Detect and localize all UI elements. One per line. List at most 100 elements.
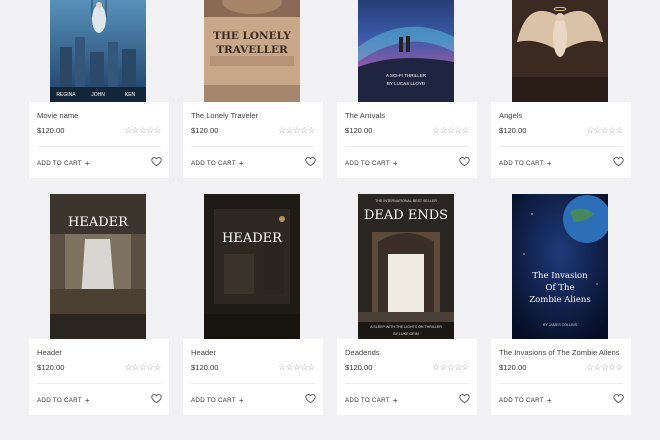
cover-text: BY LUKE GRIM (393, 332, 419, 336)
add-to-cart-label: ADD TO CART (37, 160, 82, 167)
divider (191, 383, 315, 384)
rating-stars: ☆☆☆☆☆ (278, 125, 315, 135)
add-to-cart-button[interactable]: ADD TO CART + (345, 396, 398, 405)
cover-title: HEADER (222, 231, 283, 246)
book-cover-image[interactable]: THE INTERNATIONAL BEST SELLER DEAD ENDS … (358, 194, 454, 339)
book-cover-image[interactable]: THE LONELY TRAVELLER (204, 0, 300, 102)
add-to-cart-button[interactable]: ADD TO CART + (499, 396, 552, 405)
divider (499, 146, 623, 147)
book-cover-image[interactable] (512, 0, 608, 102)
add-to-cart-button[interactable]: ADD TO CART + (345, 159, 398, 168)
cover-text: BY JAMES COLLINS (543, 323, 578, 327)
heart-outline-icon[interactable] (305, 393, 316, 404)
rating-stars: ☆☆☆☆☆ (586, 362, 623, 372)
cover-text: JOHN (91, 92, 105, 98)
heart-outline-icon[interactable] (459, 393, 470, 404)
product-name[interactable]: Movie name (37, 111, 78, 120)
product-card[interactable]: The Invasion Of The Zombie Aliens BY JAM… (491, 194, 631, 415)
product-name[interactable]: The Arrivals (345, 111, 385, 120)
product-price: $120.00 (37, 363, 65, 372)
cover-title: The Invasion (532, 271, 588, 281)
plus-icon: + (546, 396, 552, 405)
plus-icon: + (392, 396, 398, 405)
cover-title: THE LONELY (213, 30, 291, 42)
cover-title: DEAD ENDS (364, 208, 448, 223)
product-image-area[interactable]: A SCI-FI THRILLER BY LUCAS LLOYD (337, 0, 477, 102)
plus-icon: + (392, 159, 398, 168)
heart-outline-icon[interactable] (151, 156, 162, 167)
add-to-cart-button[interactable]: ADD TO CART + (37, 159, 90, 168)
product-card[interactable]: THE INTERNATIONAL BEST SELLER DEAD ENDS … (337, 194, 477, 415)
add-to-cart-label: ADD TO CART (345, 397, 390, 404)
add-to-cart-button[interactable]: ADD TO CART + (37, 396, 90, 405)
product-price: $120.00 (191, 363, 219, 372)
divider (345, 383, 469, 384)
cover-text: KEN (125, 92, 136, 98)
add-to-cart-button[interactable]: ADD TO CART + (191, 159, 244, 168)
product-price: $120.00 (499, 126, 527, 135)
cover-text: REGINA (56, 92, 76, 98)
product-card[interactable]: A SCI-FI THRILLER BY LUCAS LLOYD The Arr… (337, 0, 477, 178)
heart-outline-icon[interactable] (613, 393, 624, 404)
product-card[interactable]: REGINA JOHN KEN Movie name $120.00 ☆☆☆☆☆… (29, 0, 169, 178)
heart-outline-icon[interactable] (459, 156, 470, 167)
cover-title: Zombie Aliens (529, 295, 590, 305)
rating-stars: ☆☆☆☆☆ (432, 125, 469, 135)
cover-text: A SLEEP WITH THE LIGHTS ON THRILLER (370, 325, 442, 329)
product-card[interactable]: HEADER Header $120.00 ☆☆☆☆☆ ADD TO CART + (29, 194, 169, 415)
product-name[interactable]: Deadends (345, 348, 380, 357)
product-image-area[interactable]: HEADER (183, 194, 323, 339)
add-to-cart-label: ADD TO CART (191, 397, 236, 404)
product-card[interactable]: HEADER Header $120.00 ☆☆☆☆☆ ADD TO CART + (183, 194, 323, 415)
plus-icon: + (238, 159, 244, 168)
product-image-area[interactable]: HEADER (29, 194, 169, 339)
rating-stars: ☆☆☆☆☆ (432, 362, 469, 372)
rating-stars: ☆☆☆☆☆ (278, 362, 315, 372)
divider (37, 383, 161, 384)
add-to-cart-button[interactable]: ADD TO CART + (191, 396, 244, 405)
cover-text: THE INTERNATIONAL BEST SELLER (375, 199, 437, 203)
add-to-cart-label: ADD TO CART (191, 160, 236, 167)
product-name[interactable]: Header (37, 348, 62, 357)
product-image-area[interactable]: The Invasion Of The Zombie Aliens BY JAM… (491, 194, 631, 339)
book-cover-image[interactable]: REGINA JOHN KEN (50, 0, 146, 102)
add-to-cart-label: ADD TO CART (499, 397, 544, 404)
product-price: $120.00 (345, 126, 373, 135)
cover-title: Of The (546, 283, 575, 293)
product-image-area[interactable] (491, 0, 631, 102)
product-image-area[interactable]: THE INTERNATIONAL BEST SELLER DEAD ENDS … (337, 194, 477, 339)
plus-icon: + (84, 159, 90, 168)
product-image-area[interactable]: THE LONELY TRAVELLER (183, 0, 323, 102)
product-name[interactable]: Header (191, 348, 216, 357)
product-name[interactable]: The Invasions of The Zombie Aliens (499, 348, 620, 357)
heart-outline-icon[interactable] (305, 156, 316, 167)
cover-title: TRAVELLER (216, 44, 288, 56)
product-price: $120.00 (191, 126, 219, 135)
add-to-cart-label: ADD TO CART (345, 160, 390, 167)
product-price: $120.00 (37, 126, 65, 135)
divider (345, 146, 469, 147)
divider (499, 383, 623, 384)
book-cover-image[interactable]: A SCI-FI THRILLER BY LUCAS LLOYD (358, 0, 454, 102)
product-card[interactable]: Angels $120.00 ☆☆☆☆☆ ADD TO CART + (491, 0, 631, 178)
rating-stars: ☆☆☆☆☆ (124, 362, 161, 372)
product-image-area[interactable]: REGINA JOHN KEN (29, 0, 169, 102)
add-to-cart-button[interactable]: ADD TO CART + (499, 159, 552, 168)
add-to-cart-label: ADD TO CART (37, 397, 82, 404)
heart-outline-icon[interactable] (613, 156, 624, 167)
plus-icon: + (84, 396, 90, 405)
book-cover-image[interactable]: HEADER (50, 194, 146, 339)
add-to-cart-label: ADD TO CART (499, 160, 544, 167)
product-price: $120.00 (499, 363, 527, 372)
heart-outline-icon[interactable] (151, 393, 162, 404)
plus-icon: + (546, 159, 552, 168)
product-name[interactable]: Angels (499, 111, 522, 120)
cover-text: BY LUCAS LLOYD (387, 81, 426, 86)
rating-stars: ☆☆☆☆☆ (586, 125, 623, 135)
product-card[interactable]: THE LONELY TRAVELLER The Lonely Traveler… (183, 0, 323, 178)
book-cover-image[interactable]: HEADER (204, 194, 300, 339)
product-price: $120.00 (345, 363, 373, 372)
divider (191, 146, 315, 147)
book-cover-image[interactable]: The Invasion Of The Zombie Aliens BY JAM… (512, 194, 608, 339)
product-name[interactable]: The Lonely Traveler (191, 111, 258, 120)
